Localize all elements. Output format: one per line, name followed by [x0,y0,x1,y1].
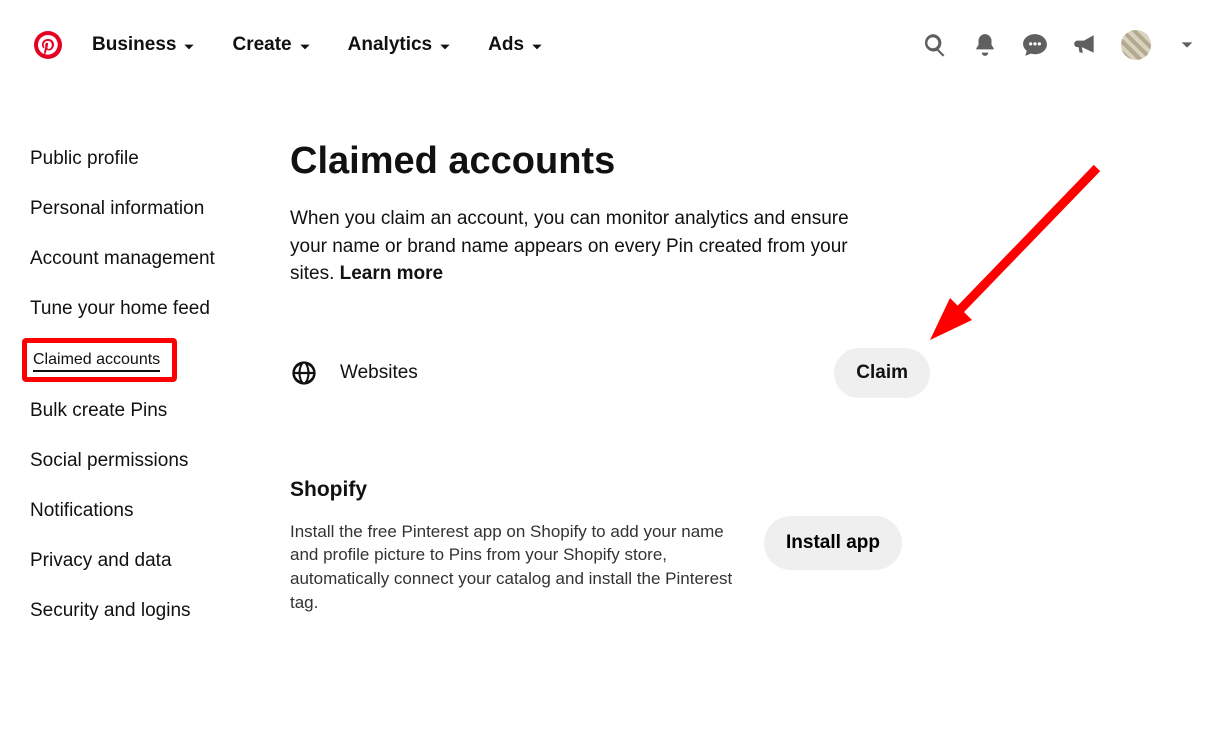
nav-label: Ads [488,34,524,56]
globe-icon [290,359,318,387]
shopify-section: Shopify Install the free Pinterest app o… [290,478,900,615]
claim-button[interactable]: Claim [834,348,930,398]
websites-row: Websites Claim [290,348,930,398]
nav-business[interactable]: Business [92,34,196,56]
chevron-down-icon [298,38,312,52]
sidebar-item-bulk-create-pins[interactable]: Bulk create Pins [30,386,290,436]
megaphone-icon[interactable] [1071,31,1099,59]
nav-label: Create [232,34,291,56]
top-nav-left: Business Create Analytics Ads [34,31,544,59]
sidebar-item-security-and-logins[interactable]: Security and logins [30,586,290,636]
bell-icon[interactable] [971,31,999,59]
sidebar-item-tune-home-feed[interactable]: Tune your home feed [30,284,290,334]
settings-sidebar: Public profile Personal information Acco… [30,134,290,636]
content-area: Public profile Personal information Acco… [0,72,1231,636]
sidebar-item-claimed-accounts[interactable]: Claimed accounts [22,338,177,382]
avatar[interactable] [1121,30,1151,60]
pinterest-logo-icon[interactable] [34,31,62,59]
nav-label: Business [92,34,176,56]
sidebar-item-privacy-and-data[interactable]: Privacy and data [30,536,290,586]
search-icon[interactable] [921,31,949,59]
top-nav-right [921,30,1201,60]
shopify-description: Install the free Pinterest app on Shopif… [290,520,750,615]
chevron-down-icon [530,38,544,52]
sidebar-item-label: Claimed accounts [33,351,160,372]
sidebar-item-public-profile[interactable]: Public profile [30,134,290,184]
page-title: Claimed accounts [290,140,930,183]
sidebar-item-account-management[interactable]: Account management [30,234,290,284]
learn-more-link[interactable]: Learn more [340,263,443,284]
nav-create[interactable]: Create [232,34,311,56]
shopify-title: Shopify [290,478,900,502]
websites-label: Websites [340,362,418,384]
top-nav: Business Create Analytics Ads [0,0,1231,72]
sidebar-item-notifications[interactable]: Notifications [30,486,290,536]
sidebar-item-personal-information[interactable]: Personal information [30,184,290,234]
chevron-down-icon [182,38,196,52]
account-menu-chevron-icon[interactable] [1173,31,1201,59]
install-app-button[interactable]: Install app [764,516,902,570]
nav-analytics[interactable]: Analytics [348,34,452,56]
main-panel: Claimed accounts When you claim an accou… [290,134,930,636]
chevron-down-icon [438,38,452,52]
sidebar-item-social-permissions[interactable]: Social permissions [30,436,290,486]
page-description: When you claim an account, you can monit… [290,205,880,288]
nav-label: Analytics [348,34,432,56]
nav-ads[interactable]: Ads [488,34,544,56]
messages-icon[interactable] [1021,31,1049,59]
